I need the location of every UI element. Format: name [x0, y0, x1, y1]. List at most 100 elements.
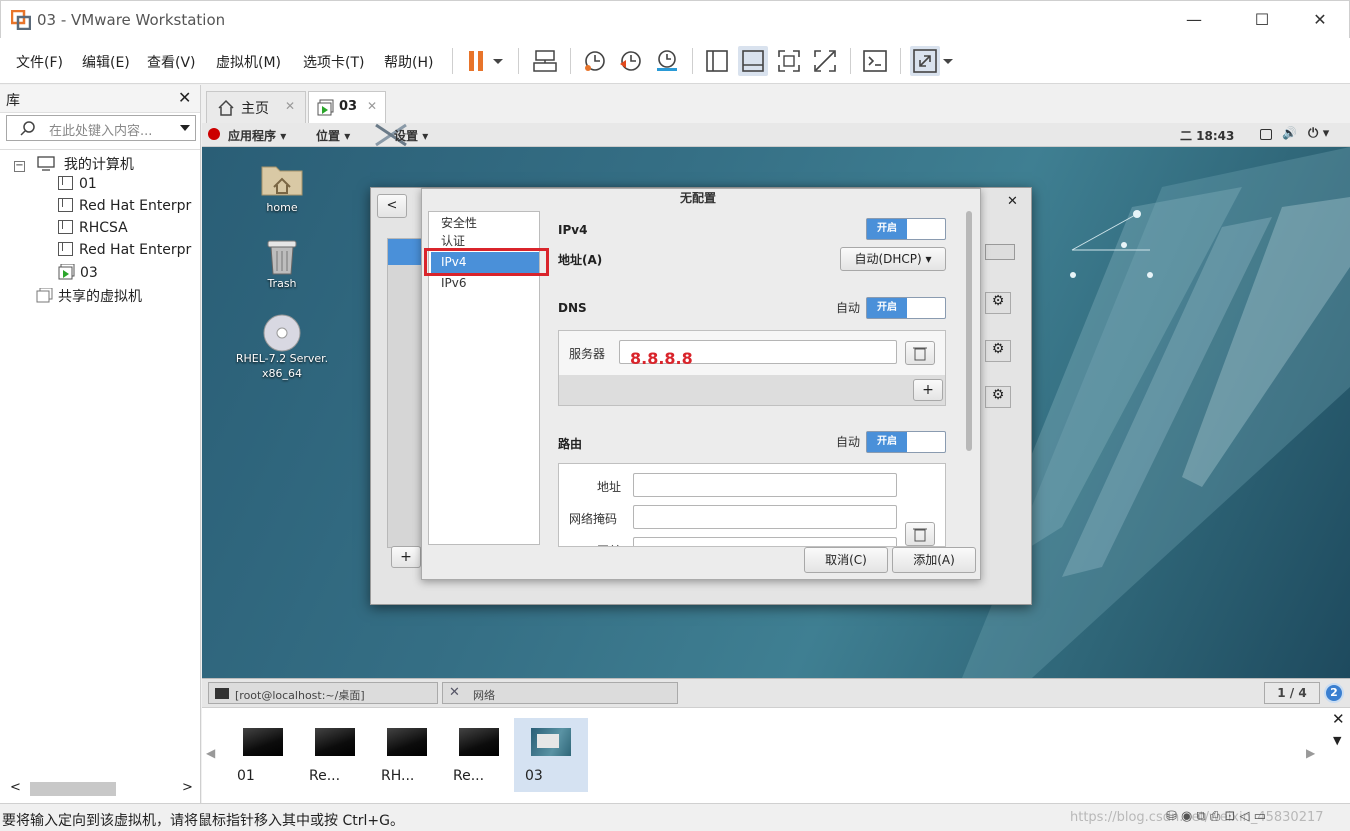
thumbs-scroll-right-icon[interactable]: ▶: [1306, 746, 1315, 760]
delete-dns-button[interactable]: [905, 341, 935, 365]
power-icon[interactable]: ⏻ ▾: [1308, 126, 1329, 141]
sidebar-item-ipv6[interactable]: IPv6: [441, 276, 467, 290]
tree-item-vm-redhat-2[interactable]: Red Hat Enterpr: [58, 242, 200, 264]
close-tab-icon[interactable]: ✕: [285, 99, 295, 113]
volume-icon[interactable]: 🔊: [1282, 126, 1297, 140]
dialog-scrollbar[interactable]: [966, 211, 972, 451]
tree-item-vm-rhcsa[interactable]: RHCSA: [58, 220, 128, 242]
collapse-icon[interactable]: −: [14, 161, 25, 172]
workspace-indicator[interactable]: 1 / 4: [1264, 682, 1320, 704]
menu-edit[interactable]: 编辑(E): [82, 52, 130, 72]
vmware-logo-icon: [11, 10, 31, 30]
dns-server-input[interactable]: 8.8.8.8: [619, 340, 897, 368]
library-search-input[interactable]: 在此处键入内容...: [6, 115, 196, 141]
thumbnail-bar-icon[interactable]: [738, 46, 768, 76]
menu-view[interactable]: 查看(V): [147, 52, 196, 72]
search-placeholder: 在此处键入内容...: [49, 124, 153, 139]
taskbar-terminal[interactable]: [root@localhost:~/桌面]: [208, 682, 438, 704]
snapshot-icon[interactable]: [580, 46, 610, 76]
taskbar-network[interactable]: ✕ 网络: [442, 682, 678, 704]
delete-route-button[interactable]: [905, 522, 935, 546]
toolbar-separator: [452, 48, 453, 74]
gear-icon[interactable]: ⚙: [985, 292, 1011, 314]
scroll-right-icon[interactable]: >: [182, 780, 193, 795]
routes-auto-label: 自动: [836, 435, 861, 449]
route-address-input[interactable]: [633, 473, 897, 497]
console-icon[interactable]: [860, 46, 890, 76]
cancel-button[interactable]: 取消(C): [804, 547, 888, 573]
close-library-button[interactable]: ✕: [178, 88, 191, 107]
scrollbar-thumb[interactable]: [30, 782, 116, 796]
notification-badge[interactable]: 2: [1324, 683, 1344, 703]
home-folder-icon[interactable]: [260, 161, 304, 197]
minimize-button[interactable]: —: [1171, 7, 1217, 33]
scroll-left-icon[interactable]: <: [10, 780, 21, 795]
tree-item-vm-03[interactable]: 03: [58, 264, 98, 286]
back-button[interactable]: <: [377, 194, 407, 218]
thumbnail-vm-01[interactable]: 01: [226, 718, 300, 792]
routes-auto-toggle[interactable]: 开启: [866, 431, 946, 453]
sidebar-item-auth[interactable]: 认证: [441, 232, 465, 249]
unity-icon[interactable]: [810, 46, 840, 76]
settings-tools-icon: ✕: [449, 685, 460, 700]
menu-help[interactable]: 帮助(H): [384, 52, 433, 72]
title-bar: 03 - VMware Workstation — ☐ ✕: [0, 0, 1350, 38]
snapshot-manager-icon[interactable]: [652, 46, 682, 76]
thumbnail-vm-redhat-2[interactable]: Re...: [442, 718, 516, 792]
thumbs-scroll-left-icon[interactable]: ◀: [206, 746, 215, 760]
applications-menu[interactable]: 应用程序 ▾: [228, 127, 286, 144]
close-tab-icon[interactable]: ✕: [367, 99, 377, 113]
guest-screen[interactable]: 应用程序 ▾ 位置 ▾ 设置 ▾ 二 18:43 🔊 ⏻ ▾ home Tras…: [202, 123, 1350, 707]
chevron-down-icon[interactable]: [179, 122, 191, 134]
thumbnail-label: RH...: [381, 768, 415, 784]
menu-tabs[interactable]: 选项卡(T): [303, 52, 364, 72]
thumbnail-label: 01: [237, 768, 255, 784]
close-dialog-button[interactable]: ✕: [1007, 194, 1018, 209]
dns-auto-toggle[interactable]: 开启: [866, 297, 946, 319]
clock[interactable]: 二 18:43: [1180, 127, 1234, 144]
send-keys-icon[interactable]: [530, 46, 560, 76]
settings-menu[interactable]: 设置 ▾: [394, 127, 428, 144]
route-gateway-input[interactable]: [633, 537, 897, 546]
chevron-down-icon[interactable]: [488, 46, 508, 76]
thumbnail-vm-03[interactable]: 03: [514, 718, 588, 792]
add-dns-button[interactable]: +: [913, 379, 943, 401]
chevron-down-icon[interactable]: [938, 46, 958, 76]
fullscreen-icon[interactable]: [774, 46, 804, 76]
library-horizontal-scrollbar[interactable]: < >: [4, 778, 196, 800]
gear-icon[interactable]: ⚙: [985, 340, 1011, 362]
tree-root-my-computer[interactable]: − 我的计算机: [14, 154, 134, 176]
tab-03[interactable]: 03 ✕: [308, 91, 386, 123]
device-status-icons[interactable]: ⛁ ◉ ⧉ ⎙ ⊡ ◁ ▭: [1166, 809, 1266, 824]
places-menu[interactable]: 位置 ▾: [316, 127, 350, 144]
menu-file[interactable]: 文件(F): [16, 52, 63, 72]
tab-home[interactable]: 主页 ✕: [206, 91, 306, 123]
add-device-button[interactable]: +: [391, 546, 421, 568]
add-button[interactable]: 添加(A): [892, 547, 976, 573]
ipv4-toggle[interactable]: 开启: [866, 218, 946, 240]
maximize-button[interactable]: ☐: [1239, 7, 1285, 33]
menu-vm[interactable]: 虚拟机(M): [216, 52, 281, 72]
close-window-button[interactable]: ✕: [1297, 7, 1343, 33]
thumbnail-image: [315, 728, 355, 756]
address-mode-dropdown[interactable]: 自动(DHCP) ▾: [840, 247, 946, 271]
dvd-icon[interactable]: [262, 313, 302, 353]
gear-icon[interactable]: ⚙: [985, 386, 1011, 408]
close-thumbnail-bar-button[interactable]: ✕: [1332, 710, 1345, 728]
display-icon[interactable]: [1260, 129, 1272, 140]
thumbnail-vm-redhat-1[interactable]: Re...: [298, 718, 372, 792]
stretch-guest-icon[interactable]: [910, 46, 940, 76]
thumbnail-label: Re...: [453, 768, 485, 784]
tree-item-vm-01[interactable]: 01: [58, 176, 97, 198]
tree-item-vm-redhat-1[interactable]: Red Hat Enterpr: [58, 198, 200, 220]
trash-icon[interactable]: [264, 237, 300, 277]
wired-profile-dialog: 无配置 安全性 认证 IPv4 IPv6 IPv4 开启 地址(A) 自动(DH…: [421, 188, 981, 580]
thumbnail-vm-rhcsa[interactable]: RH...: [370, 718, 444, 792]
library-view-icon[interactable]: [702, 46, 732, 76]
device-item-selected[interactable]: [388, 239, 422, 265]
thumbnail-options-chevron-icon[interactable]: ▼: [1333, 734, 1341, 747]
route-netmask-input[interactable]: [633, 505, 897, 529]
tree-item-shared-vms[interactable]: 共享的虚拟机: [36, 286, 142, 308]
revert-snapshot-icon[interactable]: [616, 46, 646, 76]
sidebar-item-security[interactable]: 安全性: [441, 214, 477, 231]
